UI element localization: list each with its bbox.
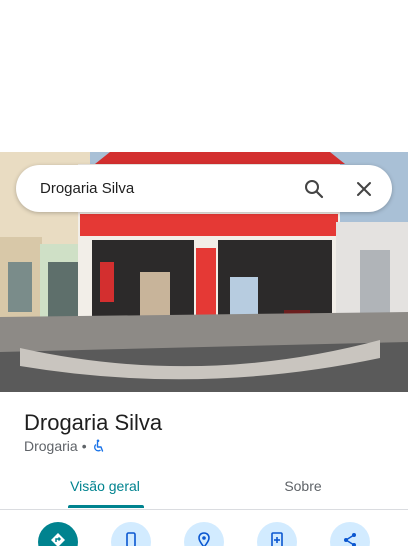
share-button[interactable] (330, 522, 370, 546)
separator-dot: • (81, 438, 87, 454)
search-input[interactable]: Drogaria Silva (40, 180, 392, 197)
phone-icon (126, 532, 136, 546)
active-tab-indicator (68, 505, 144, 508)
place-category: Drogaria (24, 438, 78, 454)
search-icon[interactable] (302, 177, 326, 201)
tab-overview[interactable]: Visão geral (0, 478, 210, 494)
share-icon (344, 533, 356, 546)
directions-icon (51, 533, 65, 546)
location-pin-icon (198, 532, 210, 546)
place-subtitle: Drogaria • (24, 438, 105, 454)
location-button[interactable] (184, 522, 224, 546)
place-title: Drogaria Silva (24, 410, 163, 435)
directions-button[interactable] (38, 522, 78, 546)
search-bar[interactable]: Drogaria Silva (16, 165, 392, 212)
tab-about[interactable]: Sobre (198, 478, 408, 494)
action-buttons (0, 522, 408, 546)
close-icon[interactable] (352, 177, 376, 201)
call-button[interactable] (111, 522, 151, 546)
wheelchair-icon (93, 439, 103, 452)
map-blank-area (0, 0, 408, 152)
save-button[interactable] (257, 522, 297, 546)
tab-bar: Visão geral Sobre (0, 470, 408, 510)
save-icon (271, 532, 283, 546)
